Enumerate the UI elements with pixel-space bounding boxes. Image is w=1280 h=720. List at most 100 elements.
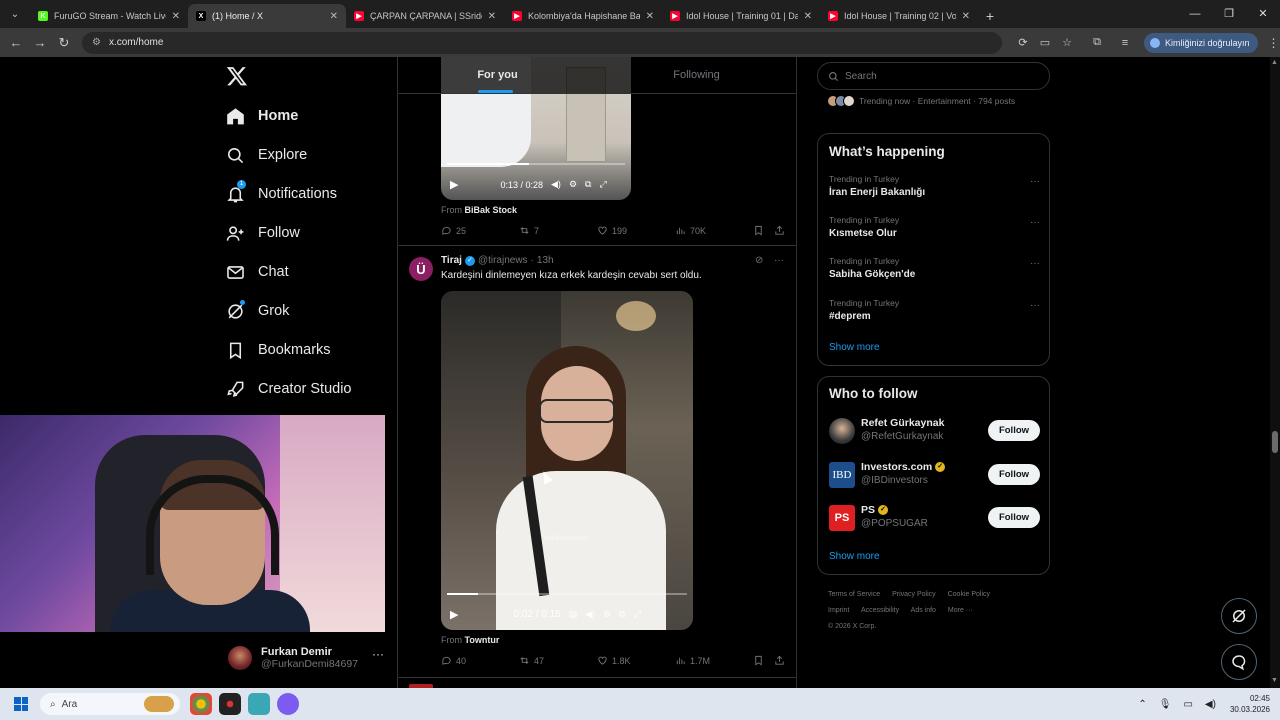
reply-button[interactable]: 40 [441,655,466,666]
avatar[interactable]: Ü [409,257,433,281]
taskbar-search[interactable]: ⌕ Ara [40,693,180,715]
scrollbar-thumb[interactable] [1272,431,1278,453]
close-window-icon[interactable]: ✕ [1246,0,1280,28]
close-tab-icon[interactable]: ✕ [172,11,180,22]
repost-button[interactable]: 47 [519,655,544,666]
trend-item[interactable]: Trending in Turkey Sabiha Gökçen'de ··· [829,256,1040,280]
trending-now-row[interactable]: Trending now · Entertainment · 794 posts [827,95,1015,107]
account-switcher[interactable]: Furkan Demir @FurkanDemi84697 ··· [228,643,388,673]
like-button[interactable]: 199 [597,225,627,236]
messages-floating-button[interactable] [1221,644,1257,680]
follow-suggestion[interactable]: PS PS ✓ @POPSUGAR Follow [829,504,1040,534]
share-button[interactable] [774,655,789,666]
volume-icon[interactable]: ◀) [585,609,595,620]
verify-identity-button[interactable]: Kimliğinizi doğrulayın [1144,32,1258,53]
nav-item-bookmarks[interactable]: Bookmarks [226,336,331,364]
post-author-name[interactable]: Tiraj [441,255,462,266]
follow-button[interactable]: Follow [988,464,1040,485]
cast-icon[interactable]: ▭ [1034,36,1056,49]
translate-icon[interactable]: ⟳ [1012,36,1034,49]
scroll-up-icon[interactable]: ▲ [1271,59,1278,66]
close-tab-icon[interactable]: ✕ [962,11,970,22]
pip-icon[interactable]: ⧉ [585,179,591,190]
volume-icon[interactable]: ◀) [1205,699,1216,710]
browser-tab[interactable]: ▶ Idol House | Training 01 | Dans ✕ [662,4,820,28]
post-more-icon[interactable]: ··· [774,255,784,266]
footer-link[interactable]: Imprint [828,607,849,614]
reply-button[interactable]: 25 [441,225,466,236]
footer-link[interactable]: More ··· [948,607,973,614]
discord-icon[interactable] [277,693,299,715]
bookmark-button[interactable] [753,225,768,236]
close-tab-icon[interactable]: ✕ [646,11,654,22]
post-author-handle[interactable]: @tirajnews [478,255,528,266]
new-tab-button[interactable]: + [978,8,1002,24]
browser-tab[interactable]: X (1) Home / X ✕ [188,4,346,28]
chrome-icon[interactable] [190,693,212,715]
nav-item-notifications[interactable]: 1 Notifications [226,180,337,208]
post-video-player[interactable]: TheTeachersBoy [441,291,693,630]
footer-link[interactable]: Ads info [911,607,936,614]
search-input[interactable]: Search [817,62,1050,90]
site-info-icon[interactable]: ⚙ [92,37,101,48]
views-button[interactable]: 70K [675,225,706,236]
chevron-up-icon[interactable]: ⌃ [1138,699,1146,710]
video-source-link[interactable]: BiBak Stock [465,205,518,215]
trend-item[interactable]: Trending in Turkey #deprem ··· [829,298,1040,322]
nav-item-creator-studio[interactable]: Creator Studio [226,375,352,403]
trend-more-icon[interactable]: ··· [1030,258,1040,269]
follow-button[interactable]: Follow [988,507,1040,528]
pip-icon[interactable]: ⧉ [619,609,625,620]
forward-icon[interactable]: → [28,35,52,50]
grok-icon[interactable]: ⊘ [755,255,763,266]
bookmark-button[interactable] [753,655,768,666]
share-button[interactable] [774,225,789,236]
browser-tab[interactable]: ▶ Idol House | Training 02 | Vokal ✕ [820,4,978,28]
fullscreen-icon[interactable]: ⤢ [599,179,606,190]
tab-for-you[interactable]: For you [398,57,597,93]
fullscreen-icon[interactable]: ⤢ [634,609,641,620]
footer-link[interactable]: Terms of Service [828,591,880,598]
clock[interactable]: 02:45 30.03.2026 [1230,693,1270,715]
show-more-link[interactable]: Show more [829,551,880,562]
trend-item[interactable]: Trending in Turkey Kısmetse Olur ··· [829,215,1040,239]
close-tab-icon[interactable]: ✕ [330,11,338,22]
app-icon[interactable] [219,693,241,715]
trend-more-icon[interactable]: ··· [1030,300,1040,311]
tab-search-icon[interactable]: ⌄ [4,3,26,25]
footer-link[interactable]: Accessibility [861,607,899,614]
settings-icon[interactable]: ⚙ [603,609,611,620]
views-button[interactable]: 1.7M [675,655,710,666]
trend-item[interactable]: Trending in Turkey İran Enerji Bakanlığı… [829,174,1040,198]
minimize-icon[interactable]: — [1178,0,1212,28]
browser-tab[interactable]: ▶ Kolombiya'da Hapishane Baskın ✕ [504,4,662,28]
page-scrollbar[interactable]: ▲ ▼ [1270,57,1280,688]
restore-icon[interactable]: ❐ [1212,0,1246,28]
url-field[interactable]: ⚙ x.com/home [82,31,1002,54]
video-source-link[interactable]: Towntur [465,635,500,645]
back-icon[interactable]: ← [4,35,28,50]
nav-item-explore[interactable]: Explore [226,141,307,169]
scroll-down-icon[interactable]: ▼ [1271,677,1278,684]
volume-icon[interactable]: ◀) [551,179,561,190]
browser-menu-icon[interactable]: ⋮ [1268,36,1280,50]
footer-link[interactable]: Cookie Policy [948,591,990,598]
nav-item-grok[interactable]: Grok [226,297,289,325]
follow-suggestion[interactable]: Refet Gürkaynak @RefetGurkaynak Follow [829,417,1040,447]
play-icon[interactable]: ▶ [450,608,458,621]
show-more-link[interactable]: Show more [829,342,880,353]
settings-icon[interactable]: ⚙ [569,179,577,190]
network-icon[interactable]: ▭ [1183,699,1192,710]
microphone-icon[interactable]: 🎙 [1159,699,1172,710]
close-tab-icon[interactable]: ✕ [804,11,812,22]
tab-following[interactable]: Following [597,57,796,93]
like-button[interactable]: 1.8K [597,655,631,666]
grok-floating-button[interactable] [1221,598,1257,634]
star-icon[interactable]: ☆ [1056,36,1078,49]
browser-tab[interactable]: K FuruGO Stream - Watch Live on ✕ [30,4,188,28]
video-progress-bar[interactable] [447,163,625,165]
follow-button[interactable]: Follow [988,420,1040,441]
x-logo-icon[interactable] [226,65,248,87]
nav-item-chat[interactable]: Chat [226,258,289,286]
windows-start-icon[interactable] [14,697,28,711]
